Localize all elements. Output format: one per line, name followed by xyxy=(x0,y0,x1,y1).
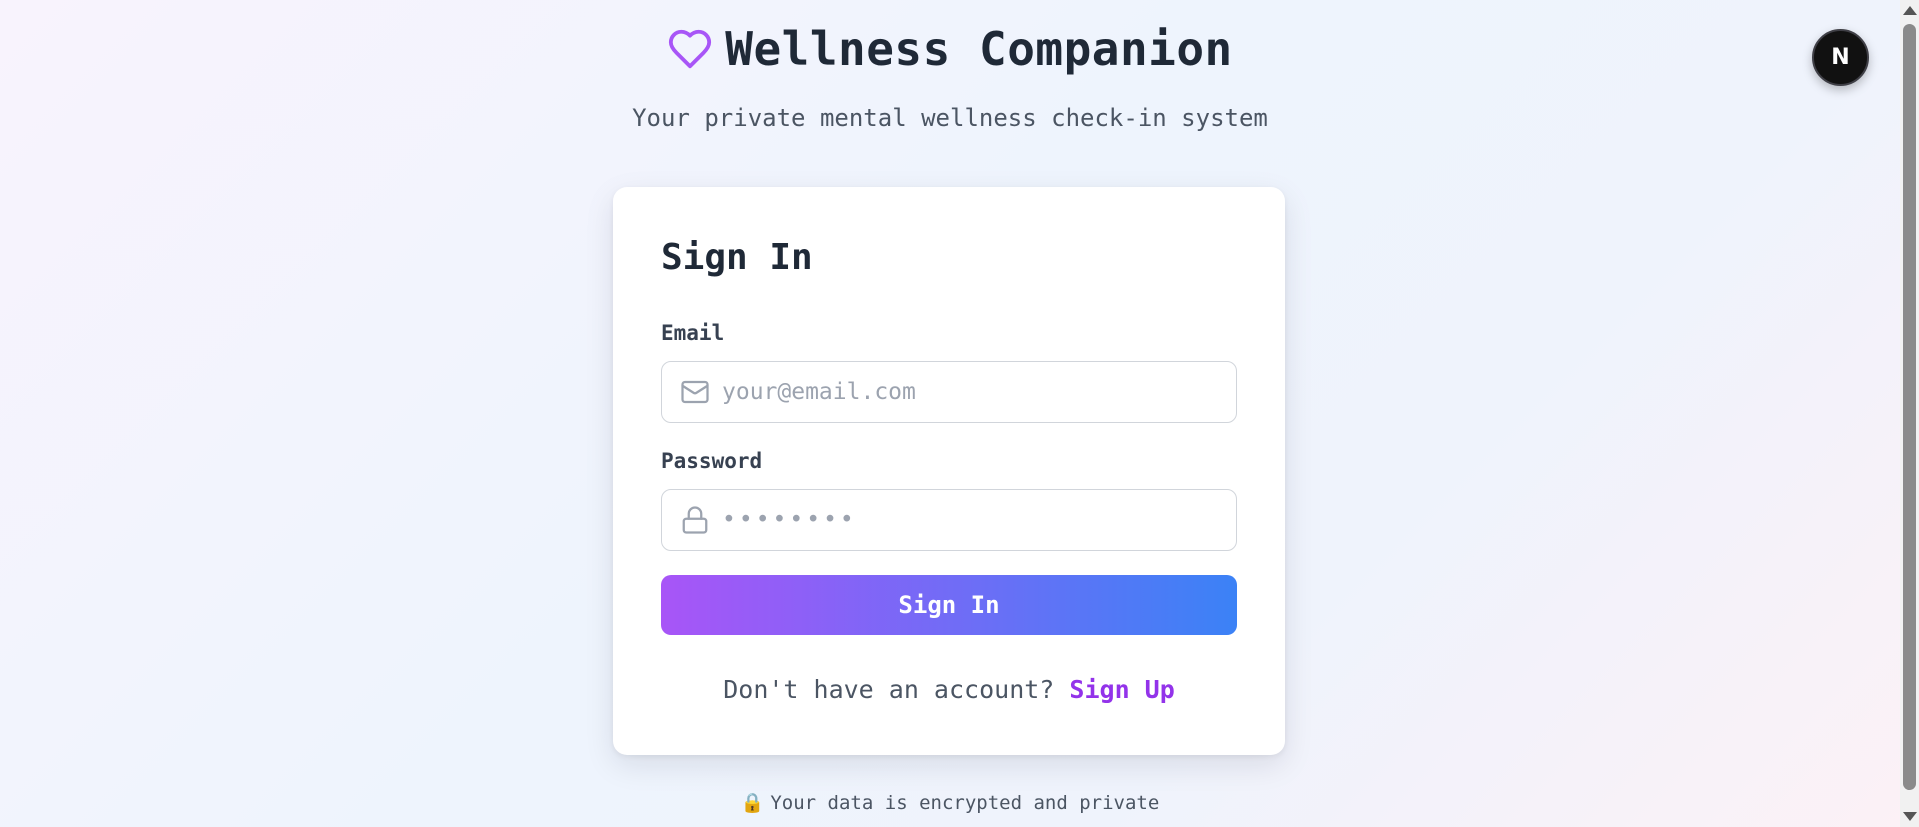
email-input[interactable] xyxy=(722,379,1202,405)
avatar-button[interactable]: N xyxy=(1812,29,1869,86)
app-header: Wellness Companion xyxy=(0,22,1900,76)
form-title: Sign In xyxy=(661,237,813,278)
password-field-wrapper xyxy=(661,489,1237,551)
mail-icon xyxy=(680,377,710,407)
scroll-up-arrow-icon[interactable] xyxy=(1903,6,1917,15)
password-label: Password xyxy=(661,449,763,473)
sign-in-card: Sign In Email Password Sign In xyxy=(613,187,1285,755)
app-subtitle: Your private mental wellness check-in sy… xyxy=(632,104,1268,132)
scroll-down-arrow-icon[interactable] xyxy=(1903,812,1917,821)
scrollbar-thumb[interactable] xyxy=(1903,24,1916,790)
email-field-wrapper xyxy=(661,361,1237,423)
privacy-note-text: Your data is encrypted and private xyxy=(770,792,1160,814)
lock-emoji-icon: 🔒 xyxy=(740,792,765,814)
lock-icon xyxy=(680,505,710,535)
signup-prompt-row: Don't have an account? Sign Up xyxy=(613,675,1285,704)
heart-icon xyxy=(667,26,713,72)
privacy-note: 🔒 Your data is encrypted and private xyxy=(0,791,1900,814)
app-title: Wellness Companion xyxy=(725,22,1233,76)
sign-in-button[interactable]: Sign In xyxy=(661,575,1237,635)
page: Wellness Companion Your private mental w… xyxy=(0,0,1900,827)
password-input[interactable] xyxy=(722,507,1202,533)
vertical-scrollbar[interactable] xyxy=(1900,0,1919,827)
email-label: Email xyxy=(661,321,725,345)
sign-up-link[interactable]: Sign Up xyxy=(1069,675,1174,704)
signup-prompt-text: Don't have an account? xyxy=(723,675,1055,704)
avatar-letter: N xyxy=(1831,45,1850,70)
